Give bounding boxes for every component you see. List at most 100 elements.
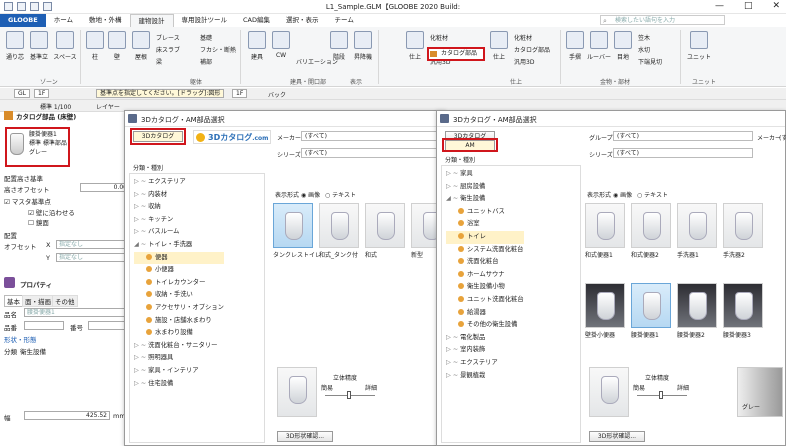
drip-button[interactable]: 水切 [638,45,650,54]
offset-x-input[interactable]: 指定なし [56,240,126,249]
part-thumbnail[interactable] [585,203,625,248]
detail-slider-knob[interactable] [347,391,351,399]
finish2-button[interactable]: 仕上 [486,31,512,61]
louver-button[interactable]: ルーバー [586,31,612,61]
tree-item[interactable]: ▷ ~ 家具・インテリア [134,365,224,378]
decor-part2-button[interactable]: 化粧材 [514,33,532,42]
tree-item[interactable]: 施設・店舗水まわり [134,315,224,328]
height-offset-input[interactable]: 0.00 [80,183,130,192]
gl-selector[interactable]: GL [14,89,30,98]
part-thumbnail[interactable] [631,203,671,248]
tree-item[interactable]: 洗面化粧台 [446,256,524,269]
beam-button[interactable]: 梁 [156,57,162,66]
tab-site[interactable]: 敷地・外構 [81,14,130,27]
tree-item[interactable]: ▷ ~ 洗面化粧台・サニタリー [134,340,224,353]
tree-item[interactable]: トイレカウンター [134,277,224,290]
tab-home[interactable]: ホーム [46,14,81,27]
width-input[interactable]: 425.52 [24,411,110,420]
tree-item[interactable]: ▷ ~ 内装材 [134,189,224,202]
part-thumbnail[interactable] [723,203,763,248]
tree-item[interactable]: システム洗面化粧台 [446,244,524,257]
tab-tools[interactable]: 専用設計ツール [174,14,236,27]
group-select[interactable]: (すべて) [613,131,753,141]
floor-selector-2[interactable]: 1F [232,89,248,98]
maker-select[interactable]: (すべて) [301,131,441,141]
tree-item[interactable]: 小便器 [134,264,224,277]
catalog-part2-button[interactable]: カタログ部品 [514,45,550,54]
tree-item[interactable]: ▷ ~ 家具 [446,168,524,181]
3d-shape-confirm-button[interactable]: 3D形状確認... [277,431,333,442]
tab-gloobe[interactable]: GLOOBE [0,14,46,27]
base-button[interactable]: 基準立 [26,31,52,61]
tree-item[interactable]: ▷ ~ 収納 [134,201,224,214]
tab-cad-edit[interactable]: CAD編集 [235,14,278,27]
unit-button[interactable]: ユニット [686,31,712,61]
detail-slider-knob[interactable] [659,391,663,399]
tab-surface[interactable]: 面・描画 [22,295,54,307]
tree-item[interactable]: ユニットバス [446,206,524,219]
search-input[interactable]: 検索したい語句を入力 [600,15,725,25]
series-select[interactable]: (すべて) [301,148,441,158]
tab-other[interactable]: その他 [52,295,78,307]
tree-item[interactable]: ▷ ~ キッチン [134,214,224,227]
part-thumbnail[interactable] [365,203,405,248]
part-thumbnail[interactable] [273,203,313,248]
tree-item[interactable]: ▷ ~ 照明器具 [134,352,224,365]
reinforce-button[interactable]: 補部 [200,57,212,66]
part-thumbnail[interactable] [677,203,717,248]
brace-button[interactable]: ブレース [156,33,180,42]
tree-item[interactable]: ◢ ~ 衛生設備 [446,193,524,206]
space-button[interactable]: スペース [52,31,78,61]
tab-select-view[interactable]: 選択・表示 [278,14,327,27]
elevator-button[interactable]: 昇降機 [350,31,376,61]
grid-line-button[interactable]: 通り芯 [2,31,28,61]
tree-item[interactable]: ▷ ~ 厨房設備 [446,181,524,194]
foundation-button[interactable]: 基礎 [200,33,212,42]
decor-part-button[interactable]: 化粧材 [430,33,448,42]
floor-selector[interactable]: 1F [34,89,50,98]
tree-item[interactable]: ▷ ~ エクステリア [446,357,524,370]
cw-button[interactable]: CW [268,31,294,59]
wall-fit-checkbox[interactable]: ☑ 壁に沿わせる [28,207,75,217]
tree-item[interactable]: ◢ ~ トイレ・手洗器 [134,239,224,252]
layer-button[interactable]: レイヤー [96,102,120,111]
tree-item[interactable]: アクセサリ・オプション [134,302,224,315]
scale-selector[interactable]: 標準 1/100 [40,102,71,111]
eaves-trim-button[interactable]: 下端見切 [638,57,662,66]
tree-item[interactable]: ▷ ~ 室内装飾 [446,344,524,357]
display-text-radio[interactable]: ○ テキスト [325,190,356,199]
tab-basic[interactable]: 基本 [4,295,23,307]
part-preview[interactable]: 腰掛便器1 標準 標準部品 グレー [5,127,70,167]
insulation-button[interactable]: フカシ・断熱 [200,45,236,54]
finish-button[interactable]: 仕上 [402,31,428,61]
color-swatch[interactable]: グレー [737,367,783,417]
back-label[interactable]: バック [268,90,286,99]
name-input[interactable]: 腰掛便器1 [24,308,130,317]
part-thumbnail[interactable] [677,283,717,328]
tree-item[interactable]: 収納・手洗い [134,289,224,302]
tree-item[interactable]: ▷ ~ 景観植栽 [446,370,524,383]
tree-item[interactable]: 給湯器 [446,307,524,320]
part-thumbnail[interactable] [631,283,671,328]
restore-button[interactable]: □ [744,1,753,11]
number-input[interactable] [24,321,64,330]
roof-button[interactable]: 屋根 [128,31,154,61]
part-thumbnail[interactable] [723,283,763,328]
tree-item[interactable]: ▷ ~ 住宅設備 [134,378,224,391]
offset-y-input[interactable]: 指定なし [56,253,126,262]
tree-item[interactable]: トイレ [446,230,524,244]
tree-item[interactable]: 便器 [134,251,224,265]
coping-button[interactable]: 笠木 [638,33,650,42]
display-image-radio[interactable]: ◉ 画像 [613,190,632,199]
close-button[interactable]: ✕ [772,1,780,11]
part-thumbnail[interactable] [319,203,359,248]
tab-team[interactable]: チーム [327,14,362,27]
generic-3d-button[interactable]: 汎用3D [514,57,534,66]
tree-item[interactable]: 浴室 [446,218,524,231]
stairs-button[interactable]: 階段 [326,31,352,61]
series-select[interactable]: (すべて) [613,148,753,158]
slab-button[interactable]: 床スラブ [156,45,180,54]
fitting-button[interactable]: 建具 [244,31,270,61]
display-image-radio[interactable]: ◉ 画像 [301,190,320,199]
joint-button[interactable]: 目地 [610,31,636,61]
